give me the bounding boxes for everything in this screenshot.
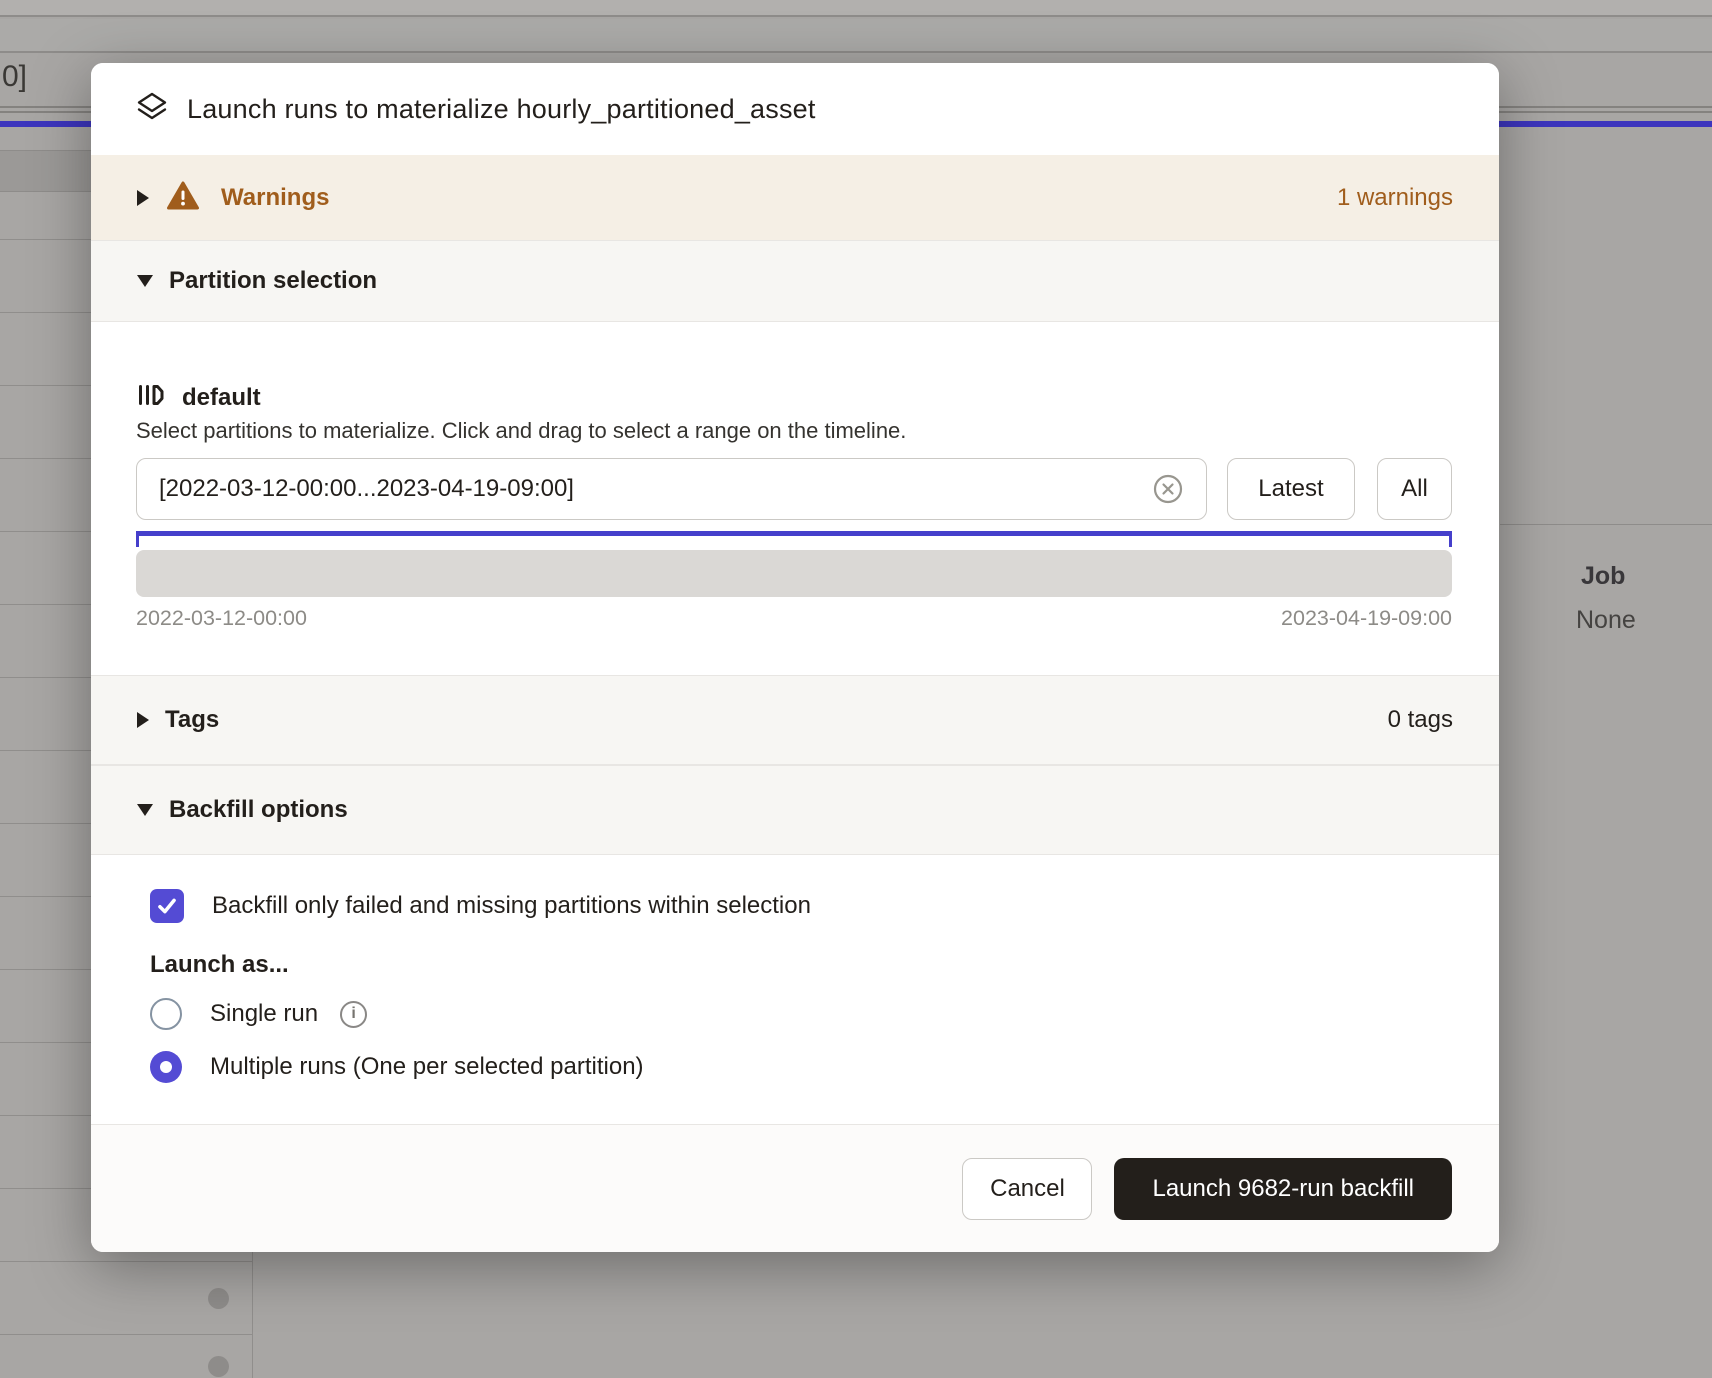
background-row-line [0,604,91,605]
background-row-divider-right [1500,524,1712,525]
all-button[interactable]: All [1377,458,1452,520]
partition-range-input[interactable] [136,458,1207,520]
background-row-line [0,1042,91,1043]
background-row-line [0,823,91,824]
background-row-line [0,1261,252,1262]
partition-icon [136,381,164,414]
radio-unchecked-icon[interactable] [150,998,182,1030]
background-row-line [0,969,91,970]
dialog-title: Launch runs to materialize hourly_partit… [187,94,816,125]
partition-timeline[interactable] [136,550,1452,597]
clear-selection-icon[interactable] [1151,472,1185,506]
tags-section-toggle[interactable]: Tags 0 tags [91,675,1499,765]
job-column-header: Job [1581,562,1625,591]
tags-header: Tags [165,706,219,734]
warning-triangle-icon [167,181,199,215]
background-header-band [0,19,1712,53]
background-row-line [0,385,91,386]
partition-selection-section-toggle[interactable]: Partition selection [91,240,1499,322]
background-partial-text: 0] [2,60,27,94]
dialog-footer: Cancel Launch 9682-run backfill [91,1124,1499,1252]
partition-dimension-name: default [182,384,261,412]
tags-count: 0 tags [1388,706,1453,734]
latest-button[interactable]: Latest [1227,458,1355,520]
background-selected-row-band [0,150,91,192]
timeline-date-labels: 2022-03-12-00:00 2023-04-19-09:00 [136,606,1452,631]
background-column-divider [252,1252,253,1378]
warnings-section-toggle[interactable]: Warnings 1 warnings [91,155,1499,240]
radio-checked-icon[interactable] [150,1051,182,1083]
chevron-right-icon [137,190,149,206]
partition-selection-description: Select partitions to materialize. Click … [136,418,906,444]
selected-range-bar [136,531,1452,536]
launch-as-label: Launch as... [150,951,289,979]
failed-missing-checkbox-row[interactable]: Backfill only failed and missing partiti… [150,889,811,923]
warnings-label: Warnings [221,184,329,212]
background-row-line [0,896,91,897]
background-row-line [0,531,91,532]
background-row-line [0,458,91,459]
selected-range-start-tick [136,531,139,547]
launch-backfill-dialog: Launch runs to materialize hourly_partit… [91,63,1499,1252]
warnings-count: 1 warnings [1337,184,1453,212]
background-row-line [0,312,91,313]
background-toolbar-band [0,0,1712,17]
checkbox-label: Backfill only failed and missing partiti… [212,892,811,920]
single-run-radio-row[interactable]: Single run i [150,998,367,1030]
background-row-line [0,1334,252,1335]
selected-range-end-tick [1449,531,1452,547]
multiple-runs-radio-row[interactable]: Multiple runs (One per selected partitio… [150,1051,644,1083]
timeline-start-label: 2022-03-12-00:00 [136,606,307,631]
partition-selection-header: Partition selection [169,267,377,295]
chevron-down-icon [137,804,153,816]
cancel-button[interactable]: Cancel [962,1158,1092,1220]
backfill-options-section-toggle[interactable]: Backfill options [91,765,1499,855]
background-row-line [0,1115,91,1116]
background-row-line [0,1188,91,1189]
multiple-runs-label: Multiple runs (One per selected partitio… [210,1053,644,1081]
warnings-left-group: Warnings [137,181,329,215]
single-run-label: Single run [210,1000,318,1028]
background-row-line [0,677,91,678]
dialog-header: Launch runs to materialize hourly_partit… [91,63,1499,155]
chevron-right-icon [137,712,149,728]
job-column-value: None [1576,606,1636,635]
background-row-line [0,750,91,751]
background-row-line [0,239,91,240]
timeline-end-label: 2023-04-19-09:00 [1281,606,1452,631]
partition-dimension-row: default [136,381,261,414]
layers-icon [135,90,169,129]
info-icon[interactable]: i [340,1001,367,1028]
chevron-down-icon [137,275,153,287]
background-table-dot [208,1288,229,1309]
launch-backfill-button[interactable]: Launch 9682-run backfill [1114,1158,1452,1220]
checkbox-checked-icon[interactable] [150,889,184,923]
background-table-dot [208,1356,229,1377]
backfill-options-header: Backfill options [169,796,348,824]
